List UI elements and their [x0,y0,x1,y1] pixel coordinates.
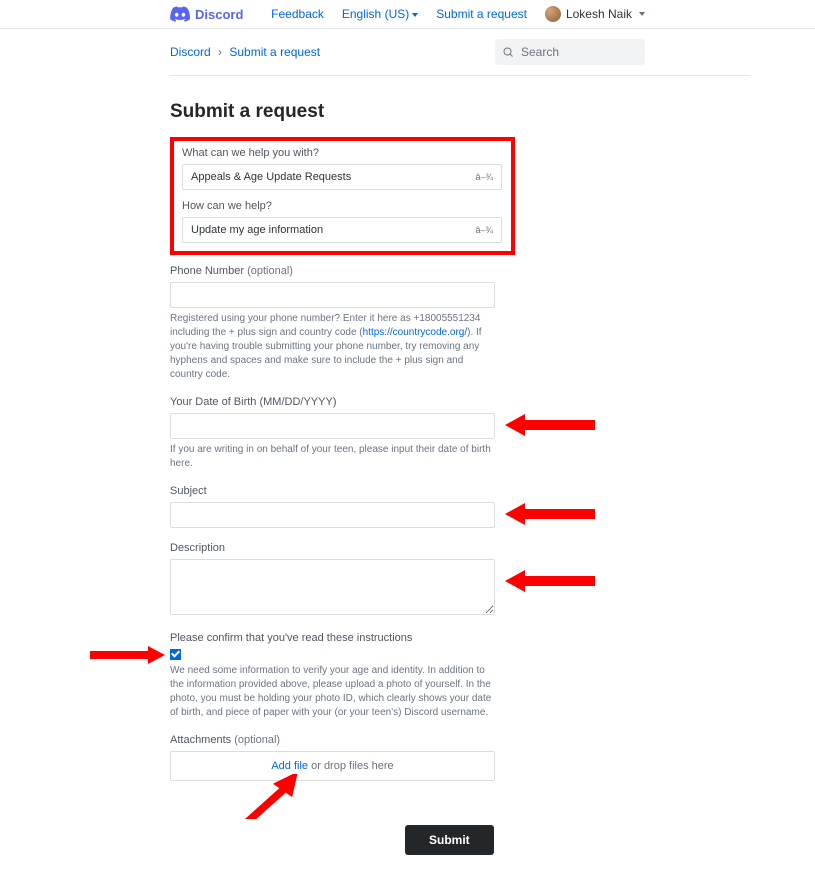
countrycode-link[interactable]: https://countrycode.org/ [363,327,468,338]
dob-input[interactable] [170,413,495,439]
add-file-link[interactable]: Add file [271,760,308,772]
avatar [545,6,561,22]
submit-request-link[interactable]: Submit a request [436,7,527,21]
dob-field: Your Date of Birth (MM/DD/YYYY) If you a… [170,396,750,471]
top-header: Discord Feedback English (US) Submit a r… [0,0,815,29]
how-help-value: Update my age information [191,224,323,236]
search-box [495,39,645,65]
phone-input[interactable] [170,282,495,308]
help-with-label: What can we help you with? [182,147,503,159]
user-menu[interactable]: Lokesh Naik [545,6,645,22]
discord-logo[interactable]: Discord [170,6,243,22]
breadcrumb-current[interactable]: Submit a request [229,45,320,59]
description-label: Description [170,542,750,554]
attachments-field: Attachments (optional) Add file or drop … [170,734,750,781]
arrow-annotation [505,503,595,525]
phone-hint: Registered using your phone number? Ente… [170,312,495,382]
chevron-down-icon: â–¾ [475,225,493,235]
file-dropzone[interactable]: Add file or drop files here [170,751,495,781]
language-selector[interactable]: English (US) [342,7,418,21]
confirm-field: Please confirm that you've read these in… [170,632,750,720]
user-name: Lokesh Naik [566,7,632,21]
confirm-checkbox[interactable] [170,649,181,660]
attachments-label: Attachments (optional) [170,734,750,746]
help-with-select[interactable]: Appeals & Age Update Requests â–¾ [182,164,502,190]
subject-field: Subject [170,485,750,528]
discord-logo-icon [170,6,190,22]
subject-label: Subject [170,485,750,497]
sub-header: Discord › Submit a request [0,29,815,75]
description-field: Description [170,542,750,618]
feedback-link[interactable]: Feedback [271,7,324,21]
arrow-annotation [90,646,165,664]
header-left: Discord [170,6,243,22]
arrow-annotation [505,414,595,436]
dob-label: Your Date of Birth (MM/DD/YYYY) [170,396,750,408]
submit-button[interactable]: Submit [405,825,494,855]
help-with-value: Appeals & Age Update Requests [191,171,351,183]
search-input[interactable] [495,39,645,65]
how-help-select[interactable]: Update my age information â–¾ [182,217,502,243]
dob-hint: If you are writing in on behalf of your … [170,443,495,471]
confirm-hint: We need some information to verify your … [170,664,495,720]
breadcrumb: Discord › Submit a request [170,45,320,59]
description-textarea[interactable] [170,559,495,615]
header-right: Feedback English (US) Submit a request L… [271,6,645,22]
subject-input[interactable] [170,502,495,528]
confirm-label: Please confirm that you've read these in… [170,632,750,644]
arrow-annotation [505,570,595,592]
logo-text: Discord [195,7,243,22]
phone-field: Phone Number (optional) Registered using… [170,265,750,382]
main-content: Submit a request What can we help you wi… [170,75,750,885]
page-title: Submit a request [170,101,750,123]
highlighted-section: What can we help you with? Appeals & Age… [170,137,515,255]
breadcrumb-separator: › [218,45,222,59]
chevron-down-icon: â–¾ [475,172,493,182]
search-icon [502,46,514,58]
how-help-label: How can we help? [182,200,503,212]
breadcrumb-root[interactable]: Discord [170,45,211,59]
phone-label: Phone Number (optional) [170,265,750,277]
